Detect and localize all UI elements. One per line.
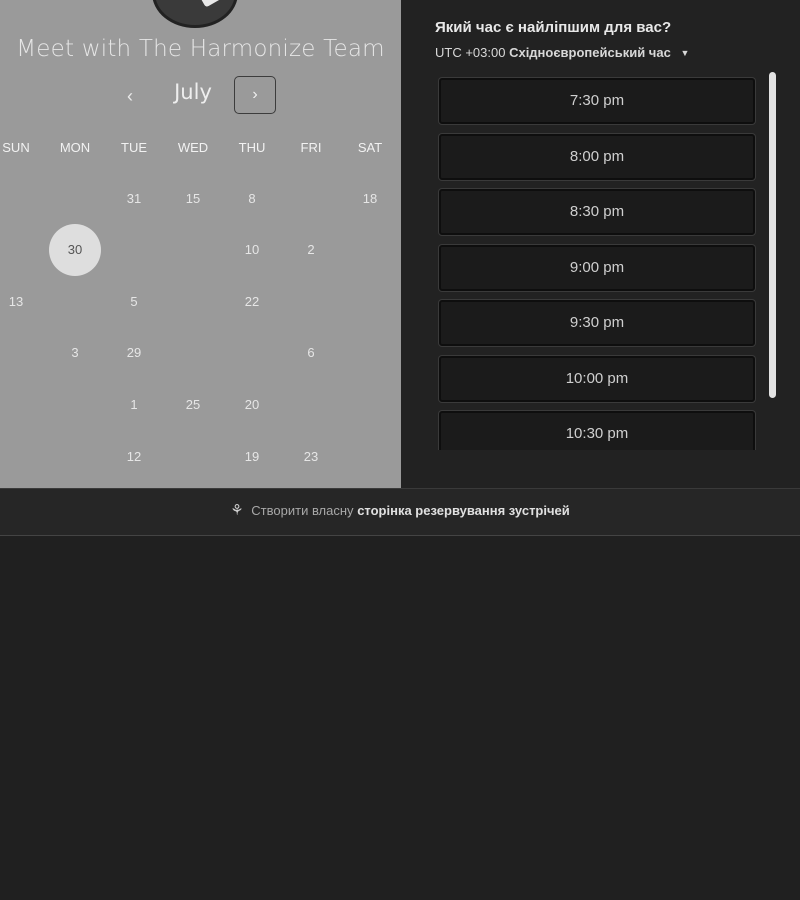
- calendar-day[interactable]: 12: [108, 431, 160, 483]
- time-slot-panel: Який час є найліпшим для вас? UTC +03:00…: [401, 0, 800, 488]
- timezone-name: Східноєвропейський час: [509, 45, 671, 60]
- time-slot-button[interactable]: 8:30 pm: [439, 189, 755, 235]
- calendar-day[interactable]: 25: [167, 379, 219, 431]
- calendar-day[interactable]: 20: [226, 379, 278, 431]
- calendar-day[interactable]: 19: [226, 431, 278, 483]
- month-navigation: ‹ July ›: [0, 76, 401, 116]
- brand-logo-icon: ⚘: [230, 502, 244, 519]
- calendar-day[interactable]: 22: [226, 276, 278, 328]
- avatar-logo-mark: [198, 0, 226, 8]
- calendar-day[interactable]: 2: [285, 224, 337, 276]
- calendar-day[interactable]: 6: [285, 327, 337, 379]
- calendar-day[interactable]: 15: [167, 173, 219, 225]
- weekday-label: WED: [177, 140, 209, 155]
- calendar-grid: 31 15 8 18 30 10 2 13 5 22 3 29 6 1 25 20 12 19 23: [0, 175, 401, 485]
- calendar-day[interactable]: 29: [108, 327, 160, 379]
- time-slot-button[interactable]: 10:00 pm: [439, 355, 755, 402]
- month-label: July: [174, 80, 212, 104]
- weekday-label: FRI: [300, 140, 322, 155]
- caret-down-icon: ▼: [680, 48, 690, 58]
- page-title: Meet with The Harmonize Team: [16, 36, 385, 62]
- prev-month-button[interactable]: ‹: [116, 82, 144, 110]
- calendar-day[interactable]: 5: [108, 276, 160, 328]
- calendar-panel: Meet with The Harmonize Team ‹ July › SU…: [0, 0, 401, 488]
- calendar-day[interactable]: 10: [226, 224, 278, 276]
- chevron-right-icon: ›: [252, 86, 258, 103]
- timezone-offset: UTC +03:00: [435, 45, 506, 60]
- weekday-label: TUE: [121, 140, 147, 155]
- time-slot-button[interactable]: 9:30 pm: [439, 300, 755, 346]
- time-slot-button[interactable]: 10:30 pm: [439, 411, 755, 450]
- footer-text: Створити власну: [251, 503, 354, 518]
- calendar-day[interactable]: 8: [226, 173, 278, 225]
- slot-scrollbar[interactable]: [769, 72, 776, 398]
- timezone-selector[interactable]: UTC +03:00 Східноєвропейський час ▼: [435, 45, 689, 60]
- team-avatar: [152, 0, 238, 28]
- calendar-day[interactable]: 31: [108, 173, 160, 225]
- weekday-header: SUN MON TUE WED THU FRI SAT: [0, 140, 401, 160]
- time-slot-button[interactable]: 7:30 pm: [439, 78, 755, 124]
- next-month-button[interactable]: ›: [234, 76, 276, 114]
- calendar-day[interactable]: 23: [285, 431, 337, 483]
- chevron-left-icon: ‹: [127, 86, 133, 106]
- time-question: Який час є найліпшим для вас?: [435, 19, 672, 36]
- calendar-day[interactable]: 3: [49, 327, 101, 379]
- time-slot-button[interactable]: 8:00 pm: [439, 133, 755, 180]
- weekday-label: SAT: [357, 140, 383, 155]
- calendar-day[interactable]: 13: [0, 276, 42, 328]
- footer-link[interactable]: сторінка резервування зустрічей: [357, 503, 570, 518]
- calendar-day-selected[interactable]: 30: [49, 224, 101, 276]
- time-slot-button[interactable]: 9:00 pm: [439, 244, 755, 291]
- footer-bar: ⚘ Створити власну сторінка резервування …: [0, 488, 800, 536]
- weekday-label: THU: [238, 140, 266, 155]
- weekday-label: SUN: [2, 140, 30, 155]
- calendar-day[interactable]: 1: [108, 379, 160, 431]
- weekday-label: MON: [59, 140, 91, 155]
- time-slot-list: 7:30 pm 8:00 pm 8:30 pm 9:00 pm 9:30 pm 10:00…: [435, 72, 765, 450]
- calendar-day[interactable]: 18: [344, 173, 396, 225]
